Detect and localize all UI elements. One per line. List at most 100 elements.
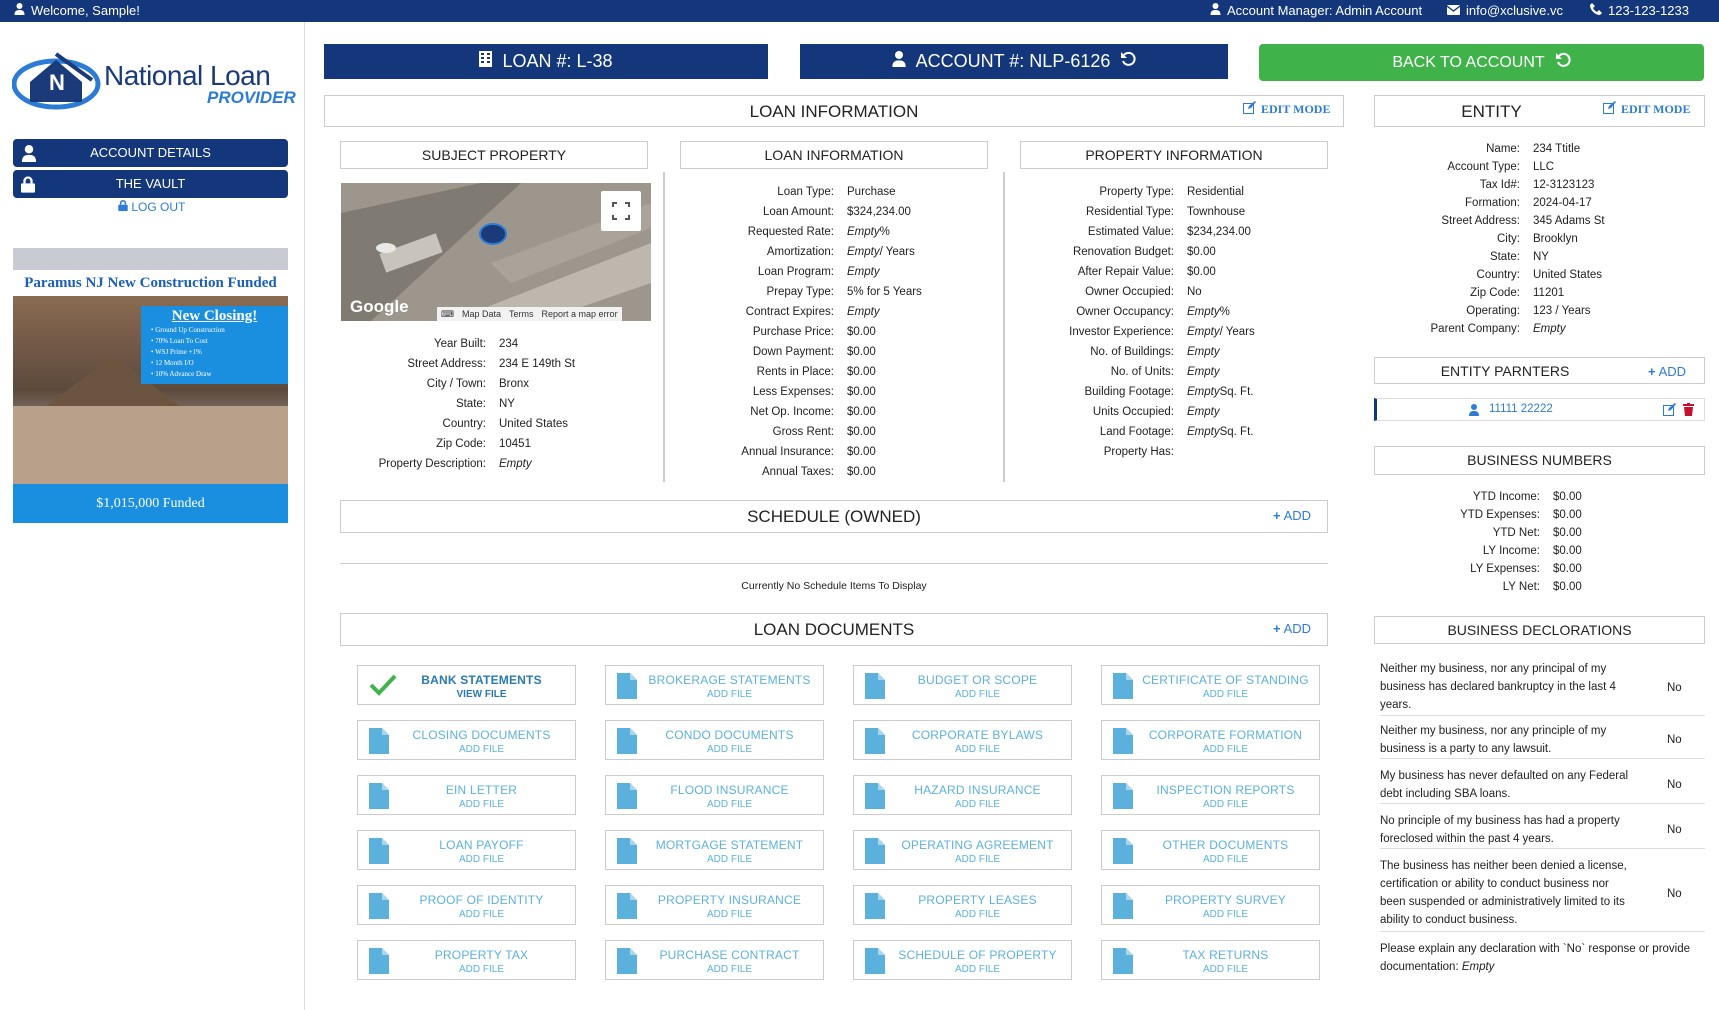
detail-row: State: NY	[1489, 251, 1549, 263]
add-file-link[interactable]: ADD FILE	[636, 689, 823, 700]
document-tile[interactable]: PROPERTY INSURANCE ADD FILE	[605, 885, 824, 925]
detail-row: Country: United States	[442, 418, 569, 430]
add-file-link[interactable]: ADD FILE	[884, 909, 1071, 920]
document-tile[interactable]: LOAN PAYOFF ADD FILE	[357, 830, 576, 870]
document-tile[interactable]: MORTGAGE STATEMENT ADD FILE	[605, 830, 824, 870]
detail-row: Building Footage: Empty Sq. Ft.	[1084, 386, 1254, 398]
ad-sky	[13, 248, 288, 270]
document-tile[interactable]: PROPERTY SURVEY ADD FILE	[1101, 885, 1320, 925]
document-tile[interactable]: TAX RETURNS ADD FILE	[1101, 940, 1320, 980]
add-file-link[interactable]: ADD FILE	[636, 799, 823, 810]
add-file-link[interactable]: ADD FILE	[884, 799, 1071, 810]
map-data-link[interactable]: Map Data	[462, 307, 501, 321]
document-tile[interactable]: PURCHASE CONTRACT ADD FILE	[605, 940, 824, 980]
add-file-link[interactable]: ADD FILE	[1132, 744, 1319, 755]
back-to-account-button[interactable]: BACK TO ACCOUNT	[1259, 44, 1704, 81]
document-tile[interactable]: CORPORATE FORMATION ADD FILE	[1101, 720, 1320, 760]
account-manager[interactable]: Account Manager: Admin Account	[1210, 3, 1422, 18]
detail-row: Down Payment: $0.00	[752, 346, 876, 358]
add-file-link[interactable]: ADD FILE	[1132, 689, 1319, 700]
document-tile[interactable]: EIN LETTER ADD FILE	[357, 775, 576, 815]
subject-property-title: SUBJECT PROPERTY	[340, 141, 648, 169]
map-terms-link[interactable]: Terms	[509, 307, 534, 321]
add-file-link[interactable]: ADD FILE	[636, 854, 823, 865]
document-tile[interactable]: PROPERTY TAX ADD FILE	[357, 940, 576, 980]
document-tile[interactable]: HAZARD INSURANCE ADD FILE	[853, 775, 1072, 815]
add-file-link[interactable]: ADD FILE	[388, 799, 575, 810]
document-tile[interactable]: OPERATING AGREEMENT ADD FILE	[853, 830, 1072, 870]
map-pin-icon[interactable]	[479, 223, 507, 245]
account-details-button[interactable]: ACCOUNT DETAILS	[13, 139, 288, 167]
document-tile[interactable]: CONDO DOCUMENTS ADD FILE	[605, 720, 824, 760]
add-file-link[interactable]: ADD FILE	[388, 744, 575, 755]
add-file-link[interactable]: ADD FILE	[636, 744, 823, 755]
detail-row: After Repair Value: $0.00	[1077, 266, 1216, 278]
document-tile[interactable]: PROPERTY LEASES ADD FILE	[853, 885, 1072, 925]
add-file-link[interactable]: ADD FILE	[884, 744, 1071, 755]
add-file-link[interactable]: ADD FILE	[388, 964, 575, 975]
detail-row: Contract Expires: Empty	[745, 306, 880, 318]
add-file-link[interactable]: ADD FILE	[1132, 799, 1319, 810]
file-icon	[1113, 838, 1133, 869]
business-declarations-title: BUSINESS DECLORATIONS	[1374, 616, 1705, 644]
loan-edit-mode-label: EDIT MODE	[1261, 102, 1331, 116]
loan-edit-mode-button[interactable]: EDIT MODE	[1243, 101, 1330, 118]
document-tile[interactable]: CORPORATE BYLAWS ADD FILE	[853, 720, 1072, 760]
view-file-link[interactable]: VIEW FILE	[388, 689, 575, 700]
property-map[interactable]: Google ⌨ Map Data Terms Report a map err…	[341, 183, 651, 321]
keyboard-icon[interactable]: ⌨	[441, 307, 454, 321]
document-title: CORPORATE FORMATION	[1148, 728, 1303, 742]
document-tile[interactable]: CLOSING DOCUMENTS ADD FILE	[357, 720, 576, 760]
add-file-link[interactable]: ADD FILE	[884, 689, 1071, 700]
add-file-link[interactable]: ADD FILE	[884, 964, 1071, 975]
edit-icon[interactable]	[1663, 403, 1676, 421]
document-tile[interactable]: BROKERAGE STATEMENTS ADD FILE	[605, 665, 824, 705]
email-link[interactable]: info@xclusive.vc	[1446, 3, 1564, 18]
document-tile[interactable]: FLOOD INSURANCE ADD FILE	[605, 775, 824, 815]
detail-row: Prepay Type: 5% for 5 Years	[766, 286, 922, 298]
add-file-link[interactable]: ADD FILE	[1132, 854, 1319, 865]
partners-add-button[interactable]: + ADD	[1648, 364, 1686, 379]
promo-banner[interactable]: Paramus NJ New Construction Funded New C…	[13, 248, 288, 523]
detail-row: Loan Program: Empty	[757, 266, 880, 278]
trash-icon[interactable]	[1683, 403, 1694, 421]
detail-row: Property Has:	[1103, 446, 1174, 458]
add-file-link[interactable]: ADD FILE	[1132, 964, 1319, 975]
partner-row[interactable]: 11111 22222	[1374, 398, 1705, 421]
documents-add-button[interactable]: + ADD	[1273, 621, 1311, 636]
add-file-link[interactable]: ADD FILE	[636, 964, 823, 975]
email-text: info@xclusive.vc	[1466, 3, 1564, 18]
loan-number-text: LOAN #: L-38	[502, 51, 613, 71]
detail-row: LY Expenses: $0.00	[1470, 563, 1582, 575]
add-file-link[interactable]: ADD FILE	[388, 854, 575, 865]
add-file-link[interactable]: ADD FILE	[1132, 909, 1319, 920]
document-title: OPERATING AGREEMENT	[901, 838, 1054, 852]
schedule-add-button[interactable]: + ADD	[1273, 508, 1311, 523]
entity-edit-mode-button[interactable]: EDIT MODE	[1603, 101, 1690, 118]
document-tile[interactable]: BUDGET OR SCOPE ADD FILE	[853, 665, 1072, 705]
document-tile[interactable]: SCHEDULE OF PROPERTY ADD FILE	[853, 940, 1072, 980]
document-tile[interactable]: OTHER DOCUMENTS ADD FILE	[1101, 830, 1320, 870]
add-file-link[interactable]: ADD FILE	[388, 909, 575, 920]
divider	[1003, 172, 1005, 482]
document-tile[interactable]: INSPECTION REPORTS ADD FILE	[1101, 775, 1320, 815]
add-file-link[interactable]: ADD FILE	[636, 909, 823, 920]
account-number-banner[interactable]: ACCOUNT #: NLP-6126	[800, 44, 1228, 79]
file-icon	[617, 893, 637, 924]
document-tile[interactable]: CERTIFICATE OF STANDING ADD FILE	[1101, 665, 1320, 705]
logout-link[interactable]: LOG OUT	[118, 200, 185, 214]
fullscreen-icon[interactable]	[601, 191, 641, 231]
entity-edit-mode-label: EDIT MODE	[1621, 102, 1691, 116]
add-file-link[interactable]: ADD FILE	[884, 854, 1071, 865]
file-icon	[617, 783, 637, 814]
document-tile[interactable]: BANK STATEMENTS VIEW FILE	[357, 665, 576, 705]
map-report-link[interactable]: Report a map error	[542, 307, 618, 321]
entity-title: ENTITY	[1461, 102, 1522, 121]
document-tile[interactable]: PROOF OF IDENTITY ADD FILE	[357, 885, 576, 925]
vault-button[interactable]: THE VAULT	[13, 170, 288, 198]
vault-label: THE VAULT	[115, 176, 186, 191]
partner-name[interactable]: 11111 22222	[1489, 403, 1553, 415]
property-information-title: PROPERTY INFORMATION	[1020, 141, 1328, 169]
phone-link[interactable]: 123-123-1233	[1590, 3, 1689, 18]
logo[interactable]: N National Loan PROVIDER	[11, 50, 297, 112]
